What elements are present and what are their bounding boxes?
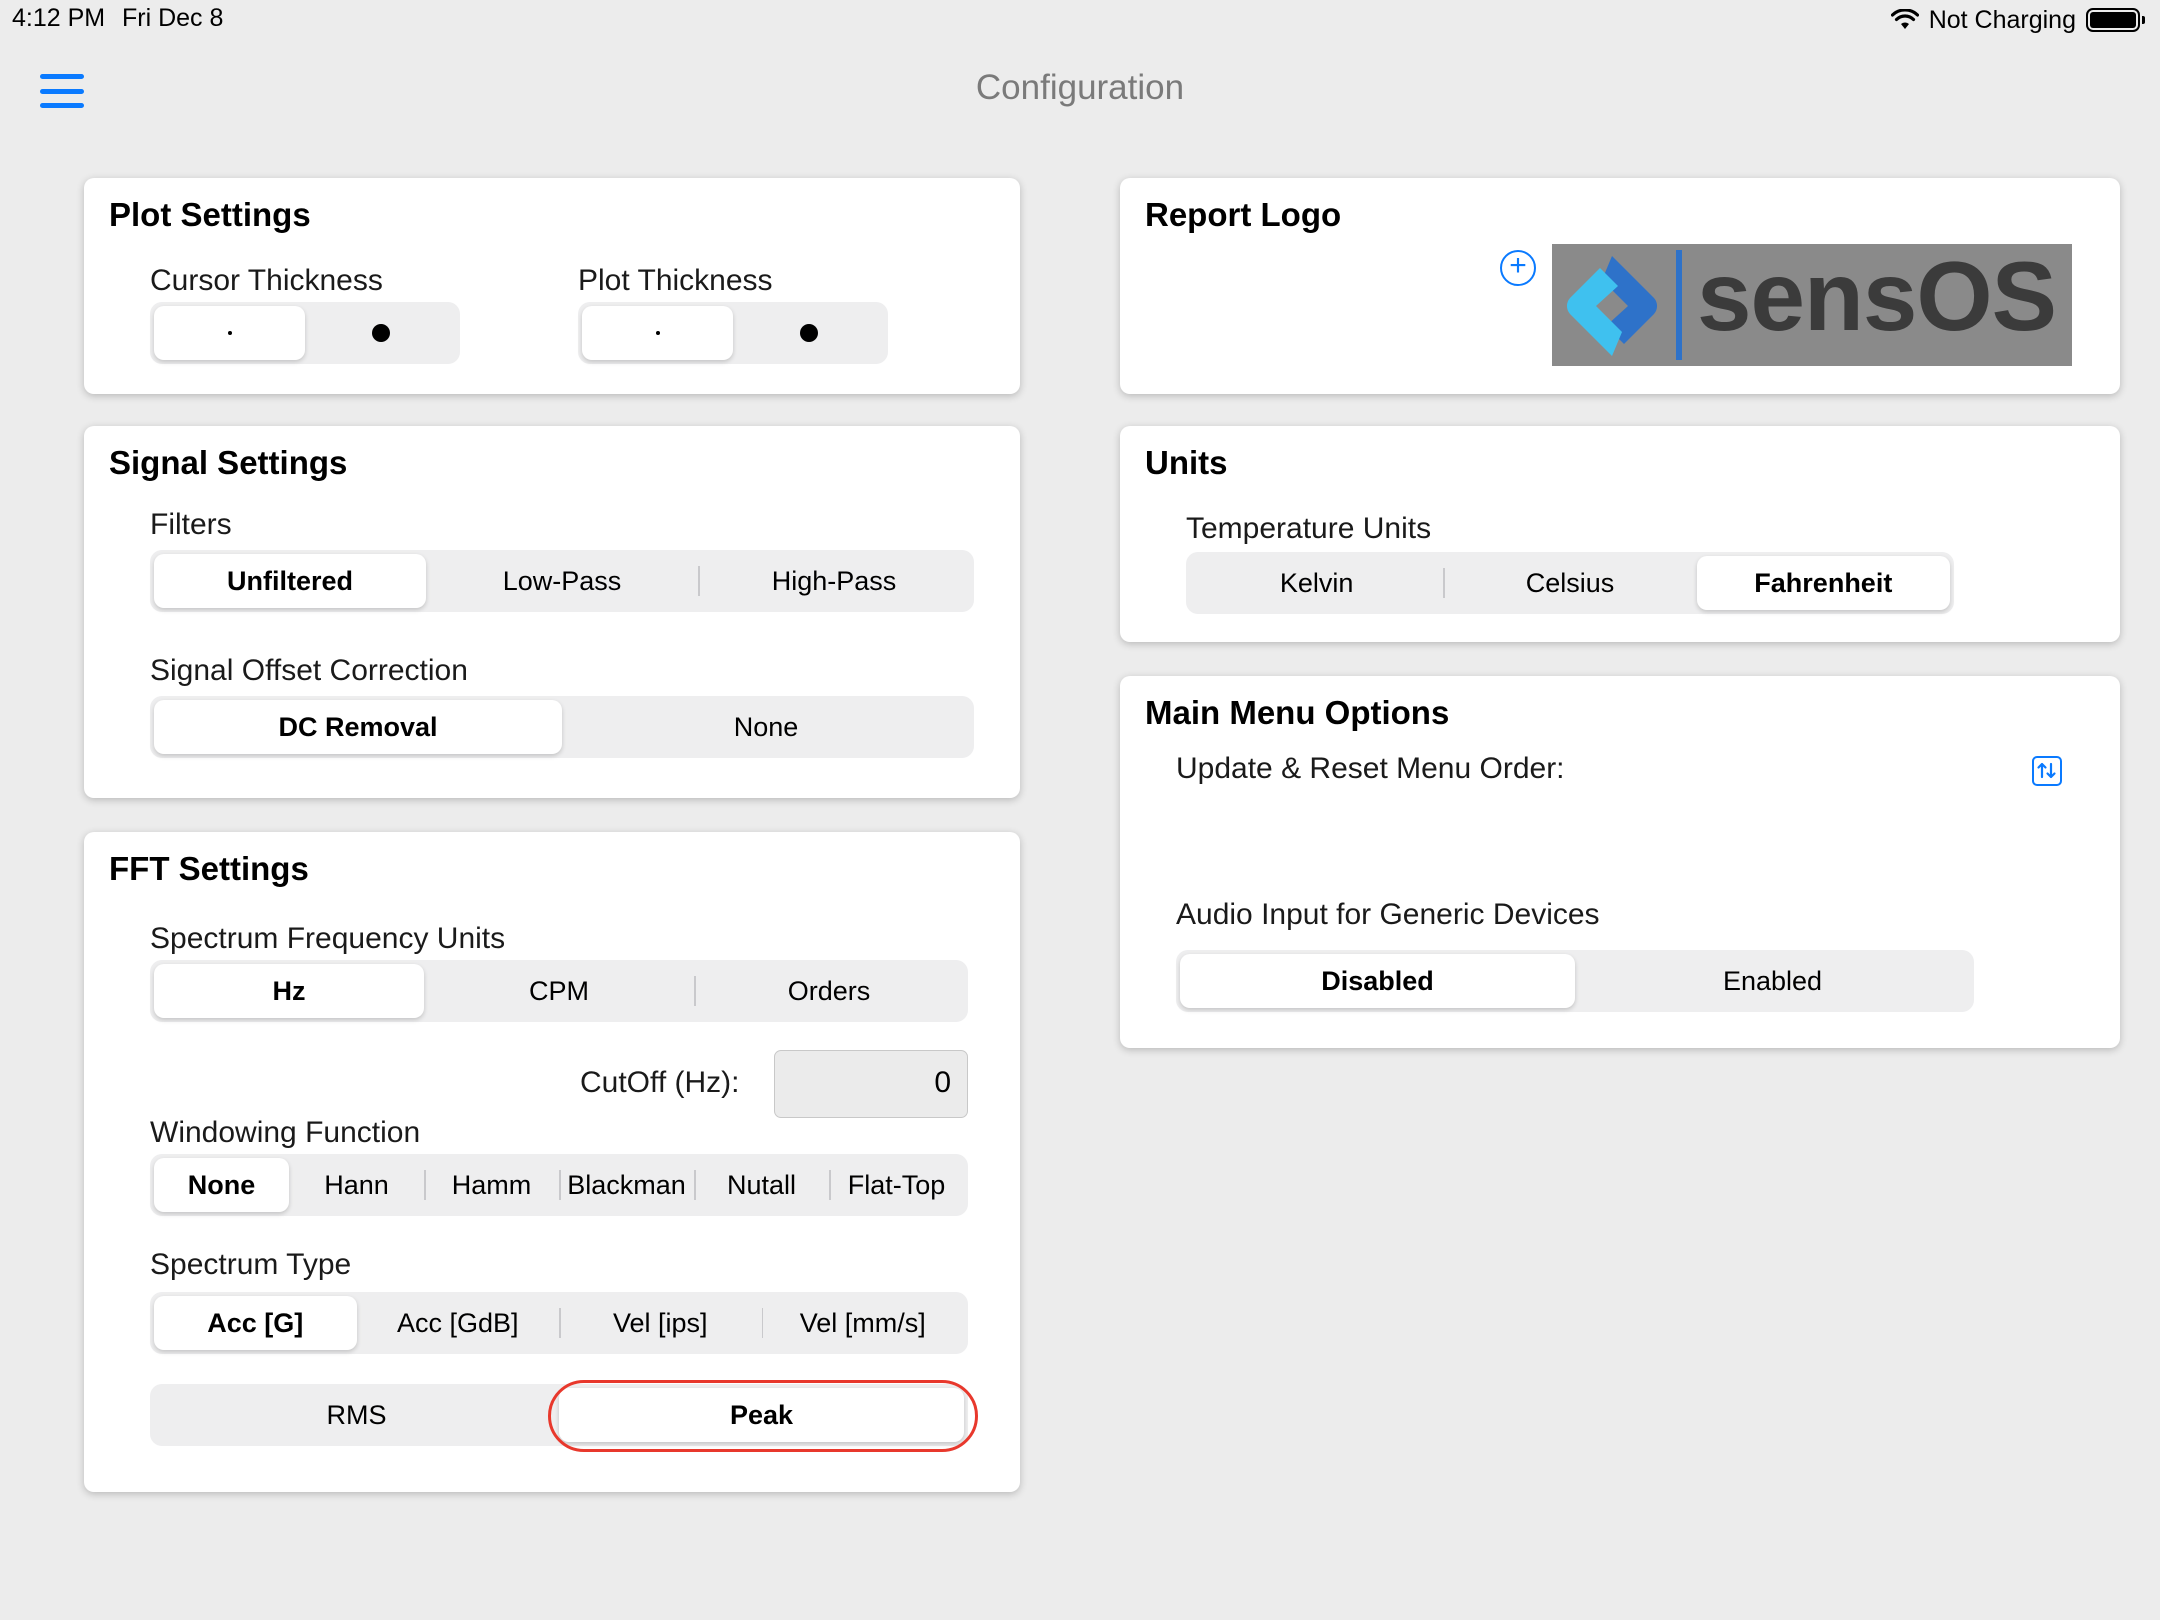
offset-correction-control: DC Removal None [150,696,974,758]
option-orders[interactable]: Orders [694,964,964,1018]
option-fahrenheit[interactable]: Fahrenheit [1696,556,1950,610]
option-low-pass[interactable]: Low-Pass [426,554,698,608]
battery-status-text: Not Charging [1928,5,2076,34]
filters-label: Filters [150,508,232,541]
wifi-icon [1890,9,1919,29]
cursor-thickness-label: Cursor Thickness [150,264,383,297]
units-card: Units Temperature Units Kelvin Celsius F… [1120,426,2120,642]
option-high-pass[interactable]: High-Pass [698,554,970,608]
thin-dot-icon [227,331,232,335]
thick-line-option[interactable] [733,306,884,360]
spectrum-type-control: Acc [G] Acc [GdB] Vel [ips] Vel [mm/s] [150,1292,968,1354]
option-none[interactable]: None [562,700,970,754]
option-hz[interactable]: Hz [154,964,424,1018]
plot-thickness-label: Plot Thickness [578,264,773,297]
card-title: Report Logo [1145,196,1342,233]
option-disabled[interactable]: Disabled [1180,954,1575,1008]
freq-units-label: Spectrum Frequency Units [150,922,506,955]
option-unfiltered[interactable]: Unfiltered [154,554,426,608]
page-title: Configuration [975,68,1185,107]
signal-settings-card: Signal Settings Filters Unfiltered Low-P… [84,426,1020,798]
filters-control: Unfiltered Low-Pass High-Pass [150,550,974,612]
option-celsius[interactable]: Celsius [1443,556,1696,610]
thin-dot-icon [655,331,660,335]
option-vel-mms[interactable]: Vel [mm/s] [761,1296,965,1350]
freq-units-control: Hz CPM Orders [150,960,968,1022]
logo-image[interactable]: sensOS [1552,244,2072,366]
status-date: Fri Dec 8 [122,4,224,32]
status-indicators: Not Charging [1890,2,2145,38]
option-flat-top[interactable]: Flat-Top [829,1158,964,1212]
thick-dot-icon [371,324,390,342]
option-vel-ips[interactable]: Vel [ips] [559,1296,762,1350]
battery-icon [2086,8,2145,32]
thick-dot-icon [799,324,818,342]
option-hamm[interactable]: Hamm [424,1158,559,1212]
option-cpm[interactable]: CPM [424,964,694,1018]
report-logo-card: Report Logo + sensOS [1120,178,2120,394]
card-title: Main Menu Options [1145,694,1450,731]
thick-line-option[interactable] [305,306,456,360]
audio-input-control: Disabled Enabled [1176,950,1974,1012]
fft-settings-card: FFT Settings Spectrum Frequency Units Hz… [84,832,1020,1492]
option-acc-gdb[interactable]: Acc [GdB] [357,1296,560,1350]
plot-thickness-control [578,302,888,364]
windowing-label: Windowing Function [150,1116,421,1149]
card-title: FFT Settings [109,850,309,887]
logo-text: sensOS [1697,244,2057,351]
option-kelvin[interactable]: Kelvin [1190,556,1443,610]
amplitude-type-control: RMS Peak [150,1384,968,1446]
main-menu-options-card: Main Menu Options Update & Reset Menu Or… [1120,676,2120,1048]
thin-line-option[interactable] [154,306,305,360]
option-blackman[interactable]: Blackman [559,1158,694,1212]
option-acc-g[interactable]: Acc [G] [154,1296,357,1350]
card-title: Signal Settings [109,444,348,481]
option-none[interactable]: None [154,1158,289,1212]
plus-circle-icon[interactable]: + [1500,250,1536,286]
offset-correction-label: Signal Offset Correction [150,654,468,687]
temperature-units-control: Kelvin Celsius Fahrenheit [1186,552,1954,614]
reorder-arrows-icon[interactable] [2032,756,2062,786]
reorder-label: Update & Reset Menu Order: [1176,752,1565,785]
card-title: Units [1145,444,1228,481]
temperature-units-label: Temperature Units [1186,512,1432,545]
option-enabled[interactable]: Enabled [1575,954,1970,1008]
option-nutall[interactable]: Nutall [694,1158,829,1212]
status-time: 4:12 PM [12,4,106,32]
cursor-thickness-control [150,302,460,364]
logo-mark-icon [1566,256,1658,356]
option-dc-removal[interactable]: DC Removal [154,700,562,754]
audio-input-label: Audio Input for Generic Devices [1176,898,1600,931]
cutoff-input[interactable]: 0 [774,1050,968,1118]
thin-line-option[interactable] [582,306,733,360]
option-peak[interactable]: Peak [559,1388,964,1442]
option-hann[interactable]: Hann [289,1158,424,1212]
windowing-control: None Hann Hamm Blackman Nutall Flat-Top [150,1154,968,1216]
spectrum-type-label: Spectrum Type [150,1248,352,1281]
option-rms[interactable]: RMS [154,1388,559,1442]
plot-settings-card: Plot Settings Cursor Thickness Plot Thic… [84,178,1020,394]
logo-divider [1676,250,1682,360]
card-title: Plot Settings [109,196,311,233]
cutoff-label: CutOff (Hz): [580,1066,740,1099]
reorder-arrows-glyph [2037,762,2056,779]
